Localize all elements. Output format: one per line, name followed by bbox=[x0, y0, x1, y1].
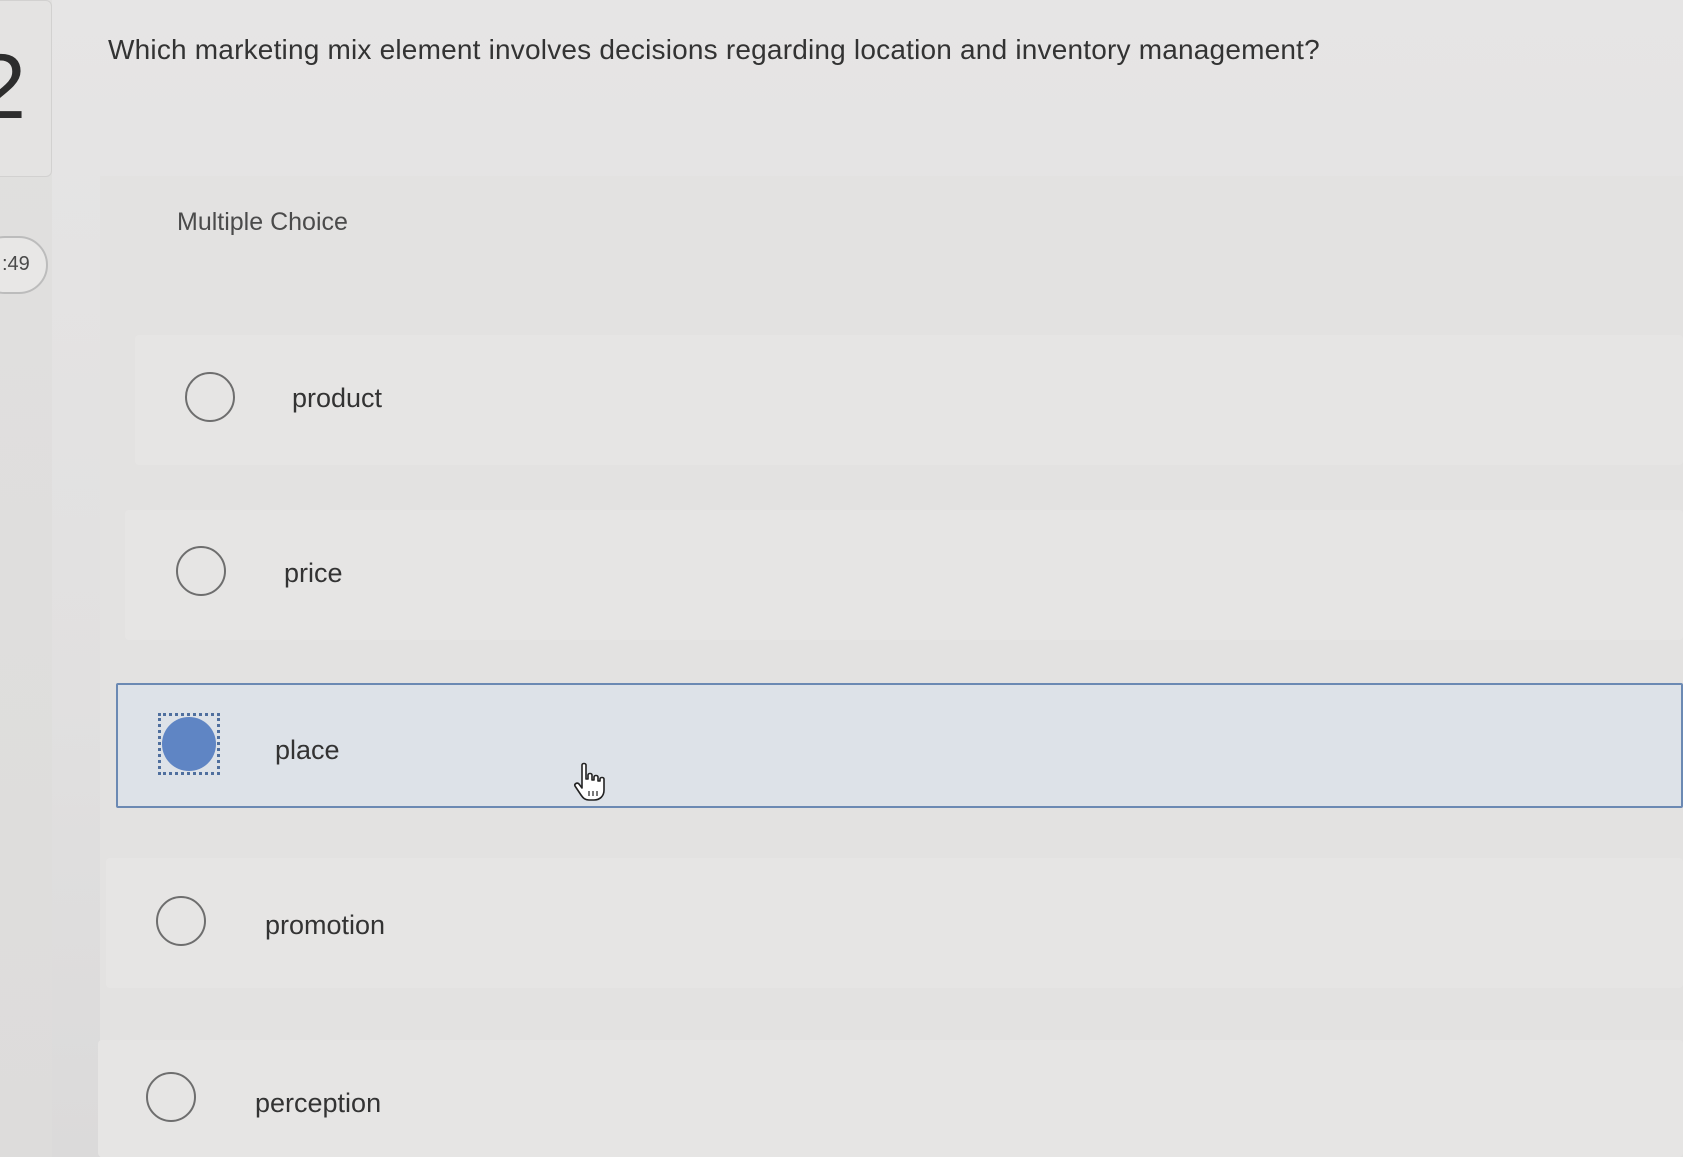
option-label-perception: perception bbox=[255, 1088, 382, 1118]
option-price[interactable]: price bbox=[125, 510, 1683, 640]
timer-badge: :49 bbox=[0, 236, 48, 294]
question-text: Which marketing mix element involves dec… bbox=[108, 34, 1320, 65]
radio-button-perception[interactable] bbox=[146, 1072, 196, 1122]
radio-button-price[interactable] bbox=[176, 546, 226, 596]
option-perception[interactable]: perception bbox=[98, 1040, 1683, 1157]
question-number-box: 2 bbox=[0, 0, 52, 177]
question-number: 2 bbox=[0, 36, 27, 138]
option-promotion[interactable]: promotion bbox=[106, 858, 1683, 988]
quiz-page: 2 :49 Which marketing mix element involv… bbox=[0, 0, 1683, 1157]
multiple-choice-label: Multiple Choice bbox=[177, 208, 348, 236]
radio-button-place-selected[interactable] bbox=[162, 717, 216, 771]
option-row-background-selected bbox=[116, 683, 1683, 808]
radio-button-product[interactable] bbox=[185, 372, 235, 422]
choices-panel bbox=[100, 176, 1683, 1157]
hand-pointer-icon bbox=[574, 762, 605, 801]
option-place[interactable]: place bbox=[116, 683, 1683, 808]
timer-text: :49 bbox=[2, 253, 30, 275]
option-label-place: place bbox=[275, 735, 340, 765]
radio-button-promotion[interactable] bbox=[156, 896, 206, 946]
option-label-product: product bbox=[292, 383, 383, 413]
option-row-background bbox=[125, 510, 1683, 640]
left-rail: 2 :49 bbox=[0, 0, 52, 1157]
option-product[interactable]: product bbox=[135, 335, 1683, 465]
option-label-promotion: promotion bbox=[265, 910, 386, 940]
option-label-price: price bbox=[284, 558, 343, 588]
